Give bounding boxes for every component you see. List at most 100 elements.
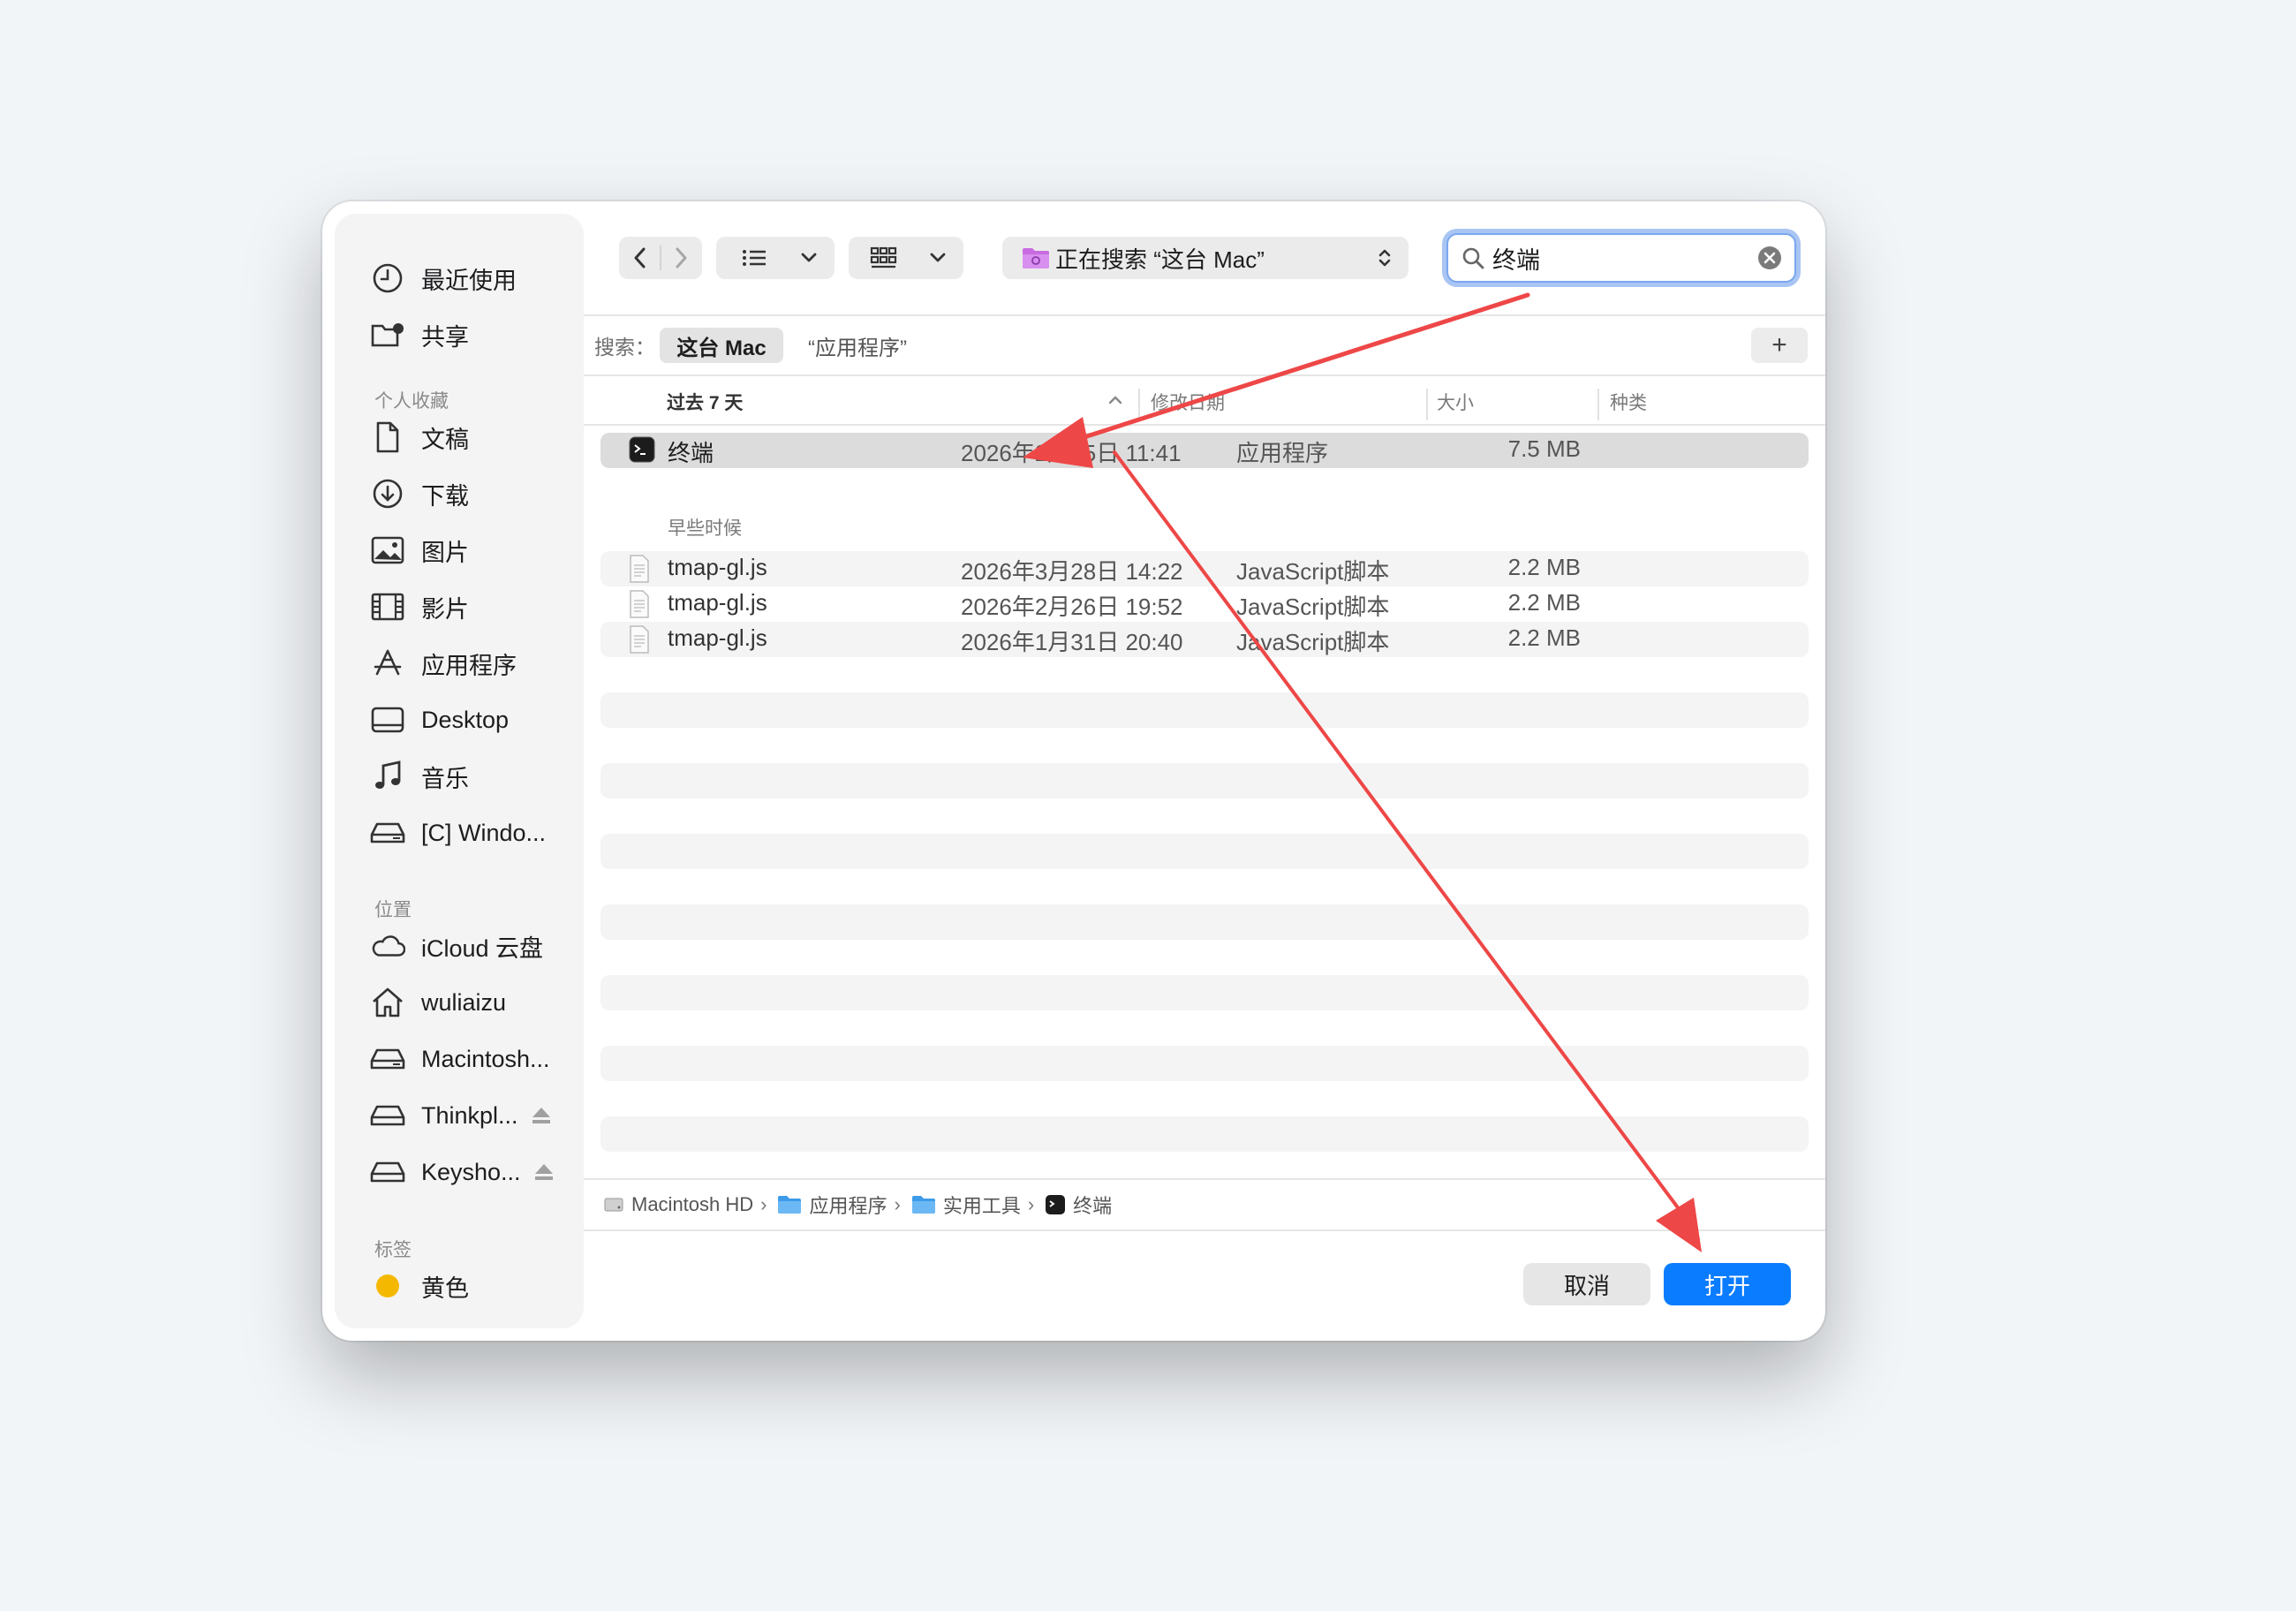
group-title-earlier: 早些时候 [668, 518, 742, 539]
chevron-right-icon: › [760, 1193, 767, 1215]
sidebar-item-macintosh-hd[interactable]: Macintosh... [370, 1037, 550, 1081]
search-input[interactable]: 终端 [1492, 241, 1540, 276]
file-date: 2026年1月31日 20:40 [961, 629, 1183, 655]
location-popup[interactable]: 正在搜索 “这台 Mac” [1002, 237, 1409, 279]
sidebar-item-music[interactable]: 音乐 [370, 754, 469, 798]
sidebar-item-tag-red[interactable]: 红色 [370, 1320, 469, 1328]
drive-icon [370, 1041, 405, 1077]
file-kind: JavaScript脚本 [1236, 558, 1390, 585]
column-date[interactable]: 修改日期 [1151, 389, 1225, 415]
external-drive-icon [370, 1154, 405, 1190]
file-size: 2.2 MB [1507, 624, 1581, 651]
sidebar-item-label: 最近使用 [421, 267, 517, 294]
path-crumb-terminal[interactable]: 终端 [1045, 1191, 1112, 1219]
empty-row-stripe [600, 692, 1809, 728]
sidebar-item-pictures[interactable]: 图片 [370, 528, 469, 572]
sidebar-item-desktop[interactable]: Desktop [370, 698, 509, 742]
chevron-right-icon [676, 247, 687, 268]
desktop-icon [370, 702, 405, 737]
sidebar-item-label: 黄色 [421, 1274, 469, 1302]
folder-icon [911, 1196, 935, 1214]
sidebar-item-label: 下载 [421, 482, 469, 510]
sidebar-item-icloud[interactable]: iCloud 云盘 [370, 924, 543, 968]
empty-row-stripe [600, 834, 1809, 869]
shared-folder-icon [370, 317, 405, 352]
cloud-icon [370, 928, 405, 964]
column-header: 过去 7 天 修改日期 大小 种类 [584, 374, 1825, 426]
forward-button[interactable] [672, 246, 690, 275]
table-row[interactable]: tmap-gl.js 2026年3月28日 14:22 2.2 MB JavaS… [600, 551, 1809, 586]
sidebar-item-tag-yellow[interactable]: 黄色 [370, 1264, 469, 1308]
location-label: 正在搜索 “这台 Mac” [1055, 246, 1265, 273]
grid-view-icon [870, 246, 898, 275]
scope-this-mac[interactable]: 这台 Mac [660, 328, 783, 363]
eject-icon[interactable] [531, 1106, 552, 1125]
sidebar-item-label: 图片 [421, 539, 469, 566]
tag-dot-red [370, 1325, 405, 1328]
chevron-right-icon: › [894, 1193, 901, 1215]
scope-applications[interactable]: “应用程序” [796, 328, 919, 363]
grid-view-button[interactable] [849, 237, 963, 279]
smart-folder-icon [1022, 246, 1050, 269]
file-size: 2.2 MB [1507, 589, 1581, 616]
sidebar-item-shared[interactable]: 共享 [370, 313, 469, 357]
search-field[interactable]: 终端 [1446, 233, 1796, 283]
column-kind[interactable]: 种类 [1610, 389, 1647, 415]
table-row[interactable]: 终端 2026年2月25日 11:41 7.5 MB 应用程序 [600, 433, 1809, 468]
applications-icon [370, 646, 405, 681]
terminal-app-icon [629, 436, 655, 469]
film-icon [370, 589, 405, 624]
sidebar-item-thinkplus[interactable]: Thinkpl... [370, 1093, 552, 1138]
folder-icon [778, 1196, 802, 1214]
file-date: 2026年3月28日 14:22 [961, 558, 1183, 585]
sidebar-item-documents[interactable]: 文稿 [370, 415, 469, 459]
file-name: tmap-gl.js [668, 624, 767, 651]
search-scope-bar: 搜索： 这台 Mac “应用程序” + [584, 314, 1825, 374]
sidebar-item-label: 文稿 [421, 426, 469, 453]
sidebar-item-label: 影片 [421, 595, 469, 623]
sidebar-item-label: 共享 [421, 323, 469, 351]
sidebar-item-home[interactable]: wuliaizu [370, 980, 506, 1025]
scope-label: 搜索： [594, 336, 655, 359]
path-crumb-applications[interactable]: 应用程序 [777, 1191, 887, 1219]
home-icon [370, 985, 405, 1020]
sidebar-item-label: Desktop [421, 706, 510, 733]
chevron-down-icon [928, 247, 948, 273]
clear-search-icon[interactable] [1757, 246, 1782, 276]
js-file-icon [629, 555, 650, 589]
sidebar-item-applications[interactable]: 应用程序 [370, 641, 517, 685]
photo-icon [370, 533, 405, 568]
sidebar-item-downloads[interactable]: 下载 [370, 472, 469, 516]
column-name[interactable]: 过去 7 天 [667, 389, 743, 415]
terminal-app-icon [1046, 1195, 1066, 1214]
table-row[interactable]: tmap-gl.js 2026年2月26日 19:52 2.2 MB JavaS… [600, 586, 1809, 622]
sidebar-item-recents[interactable]: 最近使用 [370, 256, 517, 300]
sidebar-item-keyshot[interactable]: Keysho... [370, 1150, 555, 1194]
sidebar-item-label: wuliaizu [421, 988, 507, 1016]
open-button[interactable]: 打开 [1664, 1263, 1791, 1305]
back-button[interactable] [631, 246, 649, 275]
open-file-dialog: 最近使用 共享 个人收藏 文稿 下载 图片 影片 应用程序 Desktop 音乐… [322, 201, 1825, 1341]
sidebar: 最近使用 共享 个人收藏 文稿 下载 图片 影片 应用程序 Desktop 音乐… [335, 214, 584, 1328]
list-view-button[interactable] [716, 237, 835, 279]
sidebar-item-label: Keysho... [421, 1158, 521, 1185]
sidebar-item-windows-drive[interactable]: [C] Windo... [370, 811, 546, 855]
path-crumb-utilities[interactable]: 实用工具 [911, 1191, 1021, 1219]
sidebar-item-movies[interactable]: 影片 [370, 585, 469, 629]
eject-icon[interactable] [533, 1162, 555, 1182]
sidebar-item-label: Thinkpl... [421, 1101, 518, 1129]
add-criteria-button[interactable]: + [1751, 328, 1808, 363]
sidebar-item-label: 应用程序 [421, 652, 517, 679]
music-note-icon [370, 759, 405, 794]
cancel-button[interactable]: 取消 [1523, 1263, 1650, 1305]
path-crumb-macintosh-hd[interactable]: Macintosh HD [603, 1193, 753, 1216]
clock-icon [370, 261, 405, 296]
js-file-icon [629, 590, 650, 624]
file-name: tmap-gl.js [668, 589, 767, 616]
table-row[interactable]: tmap-gl.js 2026年1月31日 20:40 2.2 MB JavaS… [600, 622, 1809, 657]
file-size: 2.2 MB [1507, 554, 1581, 580]
sidebar-item-label: iCloud 云盘 [421, 934, 544, 962]
file-date: 2026年2月25日 11:41 [961, 440, 1182, 466]
back-forward-control [619, 237, 702, 279]
column-size[interactable]: 大小 [1437, 389, 1474, 415]
